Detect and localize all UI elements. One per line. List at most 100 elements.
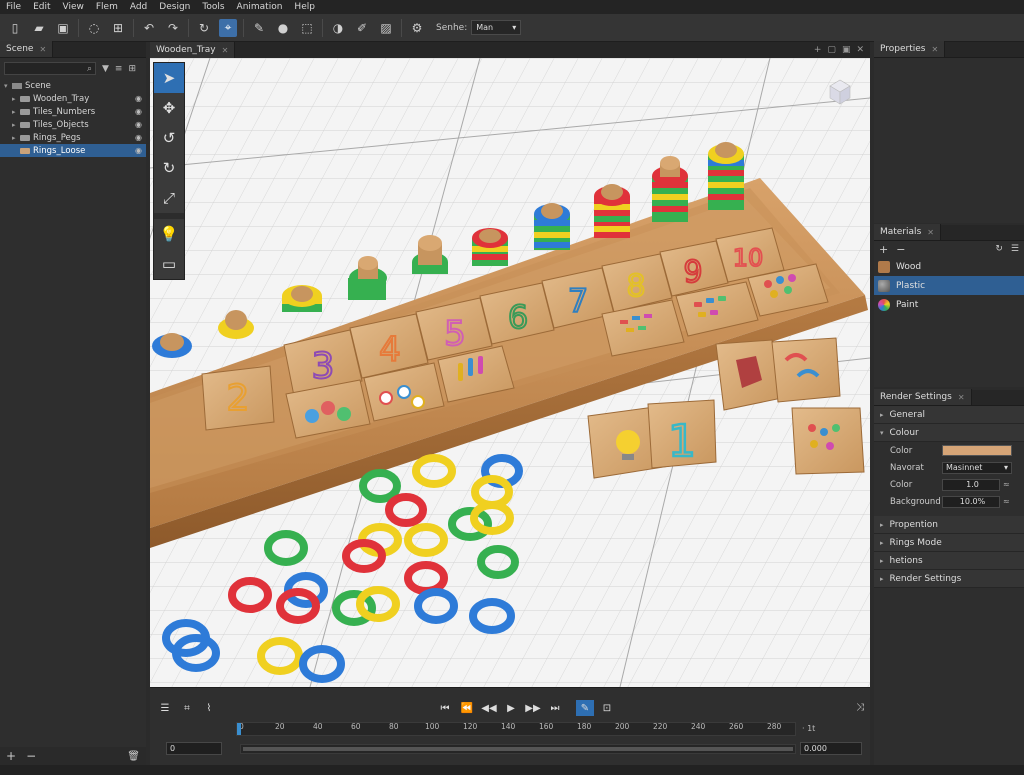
search-input[interactable]: ⌕ [4,62,96,75]
section-rings-mode[interactable]: ▸ Rings Mode [874,534,1024,552]
eye-icon[interactable]: ◉ [135,107,142,116]
camera-icon[interactable]: ▭ [154,249,184,279]
close-icon[interactable]: ✕ [931,45,938,54]
close-icon[interactable]: ✕ [927,228,934,237]
rotate-icon[interactable]: ↻ [195,19,213,37]
step-back-icon[interactable]: ◀◀ [480,700,498,716]
tree-item-tiles-numbers[interactable]: ▸ Tiles_Numbers ◉ [0,105,146,118]
skip-end-icon[interactable]: ⏭ [546,700,564,716]
undo-icon[interactable]: ↶ [140,19,158,37]
material-item-plastic[interactable]: Plastic [874,276,1024,295]
scale-icon[interactable]: ⤢ [154,183,184,213]
timeline-ruler[interactable]: 0 20 40 60 80 100 120 140 160 180 200 22… [236,722,796,736]
move-icon[interactable]: ✥ [154,93,184,123]
tree-item-tiles-objects[interactable]: ▸ Tiles_Objects ◉ [0,118,146,131]
sort-icon[interactable]: ≡ [115,64,123,74]
tree-root[interactable]: ▾ Scene [0,79,146,92]
add-icon[interactable]: + [6,749,16,763]
menu-design[interactable]: Design [159,2,190,12]
chevron-right-icon[interactable]: ▸ [12,134,20,142]
remove-icon[interactable]: − [26,749,36,763]
color-swatch[interactable] [942,445,1012,456]
tab-scene[interactable]: Scene ✕ [0,41,54,57]
add-view-icon[interactable]: + [814,45,822,55]
tree-item-rings-pegs[interactable]: ▸ Rings_Pegs ◉ [0,131,146,144]
remove-icon[interactable]: − [896,243,905,256]
tab-viewport[interactable]: Wooden_Tray ✕ [150,42,236,58]
close-icon[interactable]: ✕ [958,393,965,402]
tab-render-settings[interactable]: Render Settings ✕ [874,389,972,405]
timeline-settings-icon[interactable]: ⤨ [856,702,864,713]
section-colour[interactable]: ▾ Colour [874,424,1024,442]
tab-materials[interactable]: Materials ✕ [874,224,941,240]
keyframe-icon[interactable]: ⌗ [178,700,196,716]
select-tool-icon[interactable]: ⌖ [219,18,237,37]
camera-icon[interactable]: ◑ [329,19,347,37]
material-item-wood[interactable]: Wood [874,257,1024,276]
new-file-icon[interactable]: ▯ [6,19,24,37]
trash-icon[interactable]: 🗑 [127,751,140,762]
rotate-icon[interactable]: ↺ [154,123,184,153]
tree-item-rings-loose[interactable]: Rings_Loose ◉ [0,144,146,157]
sphere-icon[interactable]: ● [274,19,292,37]
menu-tools[interactable]: Tools [202,2,224,12]
navorat-select[interactable]: Masinnet ▾ [942,461,1012,474]
tree-item-wooden-tray[interactable]: ▸ Wooden_Tray ◉ [0,92,146,105]
eye-icon[interactable]: ◉ [135,120,142,129]
refresh-icon[interactable]: ◌ [85,19,103,37]
section-general[interactable]: ▸ General [874,406,1024,424]
light-icon[interactable]: 💡 [154,219,184,249]
menu-edit[interactable]: Edit [33,2,50,12]
viewport-3d[interactable]: 2 3 4 5 6 7 8 9 10 1 [150,58,870,687]
gear-icon[interactable]: ⚙ [408,19,426,37]
prev-key-icon[interactable]: ⏪ [458,700,476,716]
section-render-settings[interactable]: ▸ Render Settings [874,570,1024,588]
brush-icon[interactable]: ✐ [353,19,371,37]
maximize-icon[interactable]: ▣ [842,45,851,55]
add-icon[interactable]: + [879,243,888,256]
add-object-icon[interactable]: ⊞ [109,19,127,37]
curve-icon[interactable]: ⌇ [200,700,218,716]
record-icon[interactable]: ⊡ [598,700,616,716]
close-icon[interactable]: ✕ [39,45,46,54]
select-arrow-icon[interactable]: ➤ [154,63,184,93]
image-icon[interactable]: ▨ [377,19,395,37]
eye-icon[interactable]: ◉ [135,146,142,155]
pen-icon[interactable]: ✎ [250,19,268,37]
scene-select[interactable]: Man ▾ [471,20,522,35]
end-frame-field[interactable]: 0.000 [800,742,862,755]
menu-animation[interactable]: Animation [237,2,283,12]
orbit-icon[interactable]: ↻ [154,153,184,183]
colour-value-input[interactable]: 1.0 [942,478,1000,491]
stepper-icon[interactable]: ≈ [1003,480,1010,489]
tab-properties[interactable]: Properties ✕ [874,41,946,57]
grid-view-icon[interactable]: ⊞ [128,64,136,74]
chevron-right-icon[interactable]: ▸ [12,108,20,116]
auto-key-icon[interactable]: ✎ [576,700,594,716]
menu-flem[interactable]: Flem [96,2,118,12]
chevron-down-icon[interactable]: ▾ [4,82,12,90]
open-folder-icon[interactable]: ▰ [30,19,48,37]
menu-add[interactable]: Add [130,2,147,12]
refresh-icon[interactable]: ↻ [995,244,1003,254]
restore-icon[interactable]: ▢ [827,45,836,55]
section-hetions[interactable]: ▸ hetions [874,552,1024,570]
stepper-icon[interactable]: ≈ [1003,497,1010,506]
menu-file[interactable]: File [6,2,21,12]
chevron-right-icon[interactable]: ▸ [12,121,20,129]
eye-icon[interactable]: ◉ [135,133,142,142]
menu-icon[interactable]: ☰ [1011,244,1019,254]
menu-view[interactable]: View [63,2,84,12]
section-propention[interactable]: ▸ Propention [874,516,1024,534]
save-icon[interactable]: ▣ [54,19,72,37]
step-forward-icon[interactable]: ▶▶ [524,700,542,716]
material-item-paint[interactable]: Paint [874,295,1024,314]
redo-icon[interactable]: ↷ [164,19,182,37]
menu-help[interactable]: Help [294,2,315,12]
filter-icon[interactable]: ▼ [102,64,109,74]
close-icon[interactable]: ✕ [856,45,864,55]
skip-start-icon[interactable]: ⏮ [436,700,454,716]
range-slider[interactable] [240,744,796,754]
chevron-right-icon[interactable]: ▸ [12,95,20,103]
play-icon[interactable]: ▶ [502,700,520,716]
